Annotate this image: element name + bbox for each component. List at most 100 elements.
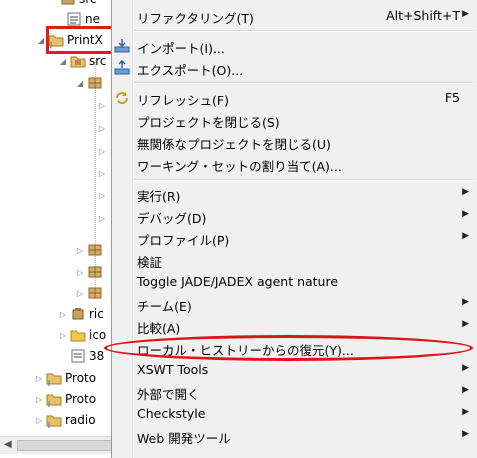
menu-item-debug[interactable]: デバッグ(D) ▶ xyxy=(112,205,477,227)
tree-item[interactable]: 38 xyxy=(70,346,104,366)
menu-item-toggle-jade[interactable]: Toggle JADE/JADEX agent nature xyxy=(112,271,477,293)
menu-item-label: 検証 xyxy=(137,255,163,270)
menu-item-close-unrelated[interactable]: 無関係なプロジェクトを閉じる(U) xyxy=(112,131,477,153)
tree-item[interactable]: ▷ xyxy=(97,208,109,228)
expand-arrow-icon[interactable]: ▷ xyxy=(97,191,107,200)
tree-item[interactable]: ▷ xyxy=(75,283,106,303)
menu-item-assign-working-set[interactable]: ワーキング・セットの割り当て(A)... xyxy=(112,153,477,175)
tree-item[interactable]: ▷ xyxy=(97,185,109,205)
menu-item-label: 外部で開く xyxy=(137,387,200,402)
menu-separator xyxy=(134,30,473,32)
menu-item-validate[interactable]: 検証 xyxy=(112,249,477,271)
context-menu: リファクタリング(T) Alt+Shift+T ▶ インポート(I)... エク… xyxy=(111,0,477,458)
menu-item-run[interactable]: 実行(R) ▶ xyxy=(112,183,477,205)
tree-item[interactable]: src xyxy=(60,0,97,9)
menu-item-label: Checkstyle xyxy=(137,406,206,421)
menu-item-open-external[interactable]: 外部で開く ▶ xyxy=(112,381,477,403)
refresh-icon xyxy=(114,90,130,106)
tree-item[interactable]: ▷ J Proto xyxy=(34,389,96,409)
menu-item-label: 比較(A) xyxy=(137,321,181,336)
menu-item-label: 無関係なプロジェクトを閉じる(U) xyxy=(137,137,331,152)
tree-item[interactable]: ▷ ico xyxy=(58,325,106,345)
tree-item-label: 38 xyxy=(89,349,105,363)
text-file-icon xyxy=(66,11,82,27)
tree-item-label: ico xyxy=(89,328,107,342)
text-file-icon xyxy=(70,348,86,364)
expand-arrow-icon[interactable]: ▷ xyxy=(97,214,107,223)
submenu-arrow-icon: ▶ xyxy=(462,407,469,417)
menu-item-web-dev-tools[interactable]: Web 開発ツール ▶ xyxy=(112,425,477,447)
menu-item-refactor[interactable]: リファクタリング(T) Alt+Shift+T ▶ xyxy=(112,5,477,27)
menu-item-label: インポート(I)... xyxy=(137,41,225,56)
expand-arrow-icon[interactable]: ▷ xyxy=(97,124,107,133)
tree-item[interactable]: ▷ J Proto xyxy=(34,368,96,388)
collapse-arrow-icon[interactable]: ◢ xyxy=(75,79,85,88)
tree-item-label: ric xyxy=(89,307,104,321)
svg-text:J: J xyxy=(47,379,50,386)
tree-item-label: radio xyxy=(65,413,96,427)
tree-item-label: Proto xyxy=(65,371,97,385)
package-icon xyxy=(87,242,103,258)
menu-separator xyxy=(134,82,473,84)
menu-item-label: プロファイル(P) xyxy=(137,233,230,248)
menu-item-profile[interactable]: プロファイル(P) ▶ xyxy=(112,227,477,249)
expand-arrow-icon[interactable]: ▷ xyxy=(58,331,68,340)
menu-item-label: リフレッシュ(F) xyxy=(137,93,229,108)
menu-item-import[interactable]: インポート(I)... xyxy=(112,35,477,57)
tree-item[interactable]: ▷ xyxy=(97,141,109,161)
expand-arrow-icon[interactable]: ▷ xyxy=(75,246,85,255)
expand-arrow-icon[interactable]: ▷ xyxy=(97,169,107,178)
menu-item-checkstyle[interactable]: Checkstyle ▶ xyxy=(112,403,477,425)
scrollbar-thumb[interactable] xyxy=(17,440,122,451)
menu-item-xswt-tools[interactable]: XSWT Tools ▶ xyxy=(112,359,477,381)
expand-arrow-icon[interactable]: ▷ xyxy=(58,310,68,319)
expand-arrow-icon[interactable]: ▷ xyxy=(97,147,107,156)
import-icon xyxy=(114,38,130,54)
submenu-arrow-icon: ▶ xyxy=(462,231,469,241)
tree-item[interactable]: ▷ xyxy=(97,95,109,115)
expand-arrow-icon[interactable]: ▷ xyxy=(75,289,85,298)
menu-item-team[interactable]: チーム(E) ▶ xyxy=(112,293,477,315)
package-icon xyxy=(87,264,103,280)
menu-item-compare[interactable]: 比較(A) ▶ xyxy=(112,315,477,337)
tree-item[interactable]: ▷ xyxy=(97,163,109,183)
red-highlight-ellipse xyxy=(104,335,473,361)
menu-item-label: ワーキング・セットの割り当て(A)... xyxy=(137,159,342,174)
svg-text:J: J xyxy=(47,400,50,407)
menu-item-refresh[interactable]: リフレッシュ(F) F5 xyxy=(112,87,477,109)
tree-item[interactable]: ◢ xyxy=(75,73,106,93)
scroll-left-icon[interactable]: ◀ xyxy=(4,439,12,450)
tree-item-label: src xyxy=(89,54,107,68)
package-icon xyxy=(87,75,103,91)
java-project-icon: J xyxy=(46,391,62,407)
menu-item-shortcut: F5 xyxy=(444,90,460,105)
tree-item-label: ne xyxy=(85,12,100,26)
submenu-arrow-icon: ▶ xyxy=(462,187,469,197)
menu-item-close-project[interactable]: プロジェクトを閉じる(S) xyxy=(112,109,477,131)
svg-text:J: J xyxy=(47,421,50,428)
menu-item-label: プロジェクトを閉じる(S) xyxy=(137,115,280,130)
collapse-arrow-icon[interactable]: ◢ xyxy=(58,57,68,66)
submenu-arrow-icon: ▶ xyxy=(462,385,469,395)
tree-item[interactable]: ▷ ric xyxy=(58,304,104,324)
submenu-arrow-icon: ▶ xyxy=(462,297,469,307)
jar-icon xyxy=(70,306,86,322)
export-icon xyxy=(114,59,130,76)
menu-item-label: Web 開発ツール xyxy=(137,431,231,446)
submenu-arrow-icon: ▶ xyxy=(462,319,469,329)
tree-item[interactable]: ▷ xyxy=(75,240,106,260)
tree-item[interactable]: ▷ xyxy=(97,118,109,138)
expand-arrow-icon[interactable]: ▷ xyxy=(75,268,85,277)
tree-item[interactable]: ▷ xyxy=(75,262,106,282)
expand-arrow-icon[interactable]: ▷ xyxy=(34,416,44,425)
expand-arrow-icon[interactable]: ▷ xyxy=(97,101,107,110)
tree-item-src[interactable]: ◢ src xyxy=(58,51,107,71)
menu-item-label: エクスポート(O)... xyxy=(137,63,244,78)
menu-separator xyxy=(134,179,473,181)
expand-arrow-icon[interactable]: ▷ xyxy=(34,395,44,404)
expand-arrow-icon[interactable]: ▷ xyxy=(34,374,44,383)
tree-item[interactable]: ▷ J radio xyxy=(34,410,96,430)
submenu-arrow-icon: ▶ xyxy=(462,9,469,19)
menu-item-export[interactable]: エクスポート(O)... xyxy=(112,57,477,79)
collapse-arrow-icon[interactable]: ◢ xyxy=(36,36,46,45)
